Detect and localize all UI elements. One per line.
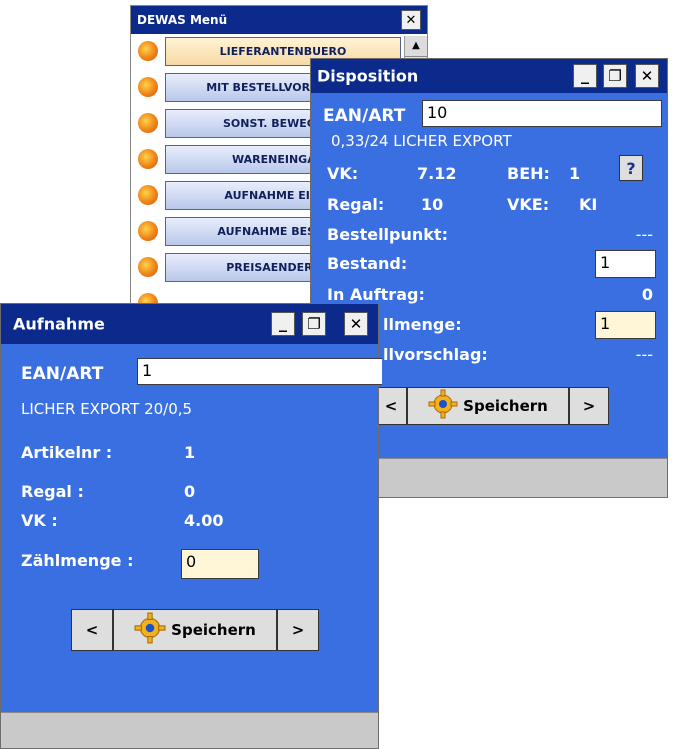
regal-label: Regal: [327, 195, 385, 214]
restore-icon[interactable]: ❐ [603, 64, 627, 88]
bestand-label: Bestand: [327, 254, 408, 273]
menu-item-icon [138, 113, 158, 133]
zaehlmenge-field[interactable]: 0 [181, 549, 259, 579]
close-icon[interactable]: ✕ [344, 312, 368, 336]
aufnahme-body: EAN/ART 1 LICHER EXPORT 20/0,5 Artikelnr… [1, 344, 382, 713]
save-label: Speichern [463, 397, 548, 415]
zaehlmenge-label: Zählmenge : [21, 551, 134, 570]
scroll-up-icon[interactable]: ▲ [405, 36, 427, 57]
vk-value: 4.00 [184, 511, 224, 530]
aufnahme-titlebar: Aufnahme _ ❐ ✕ [1, 304, 378, 344]
bestellvorschlag-label: llvorschlag: [383, 345, 488, 364]
bestellmenge-label: llmenge: [383, 315, 462, 334]
aufnahme-title: Aufnahme [13, 314, 105, 334]
menu-item-icon [138, 77, 158, 97]
beh-label: BEH: [507, 164, 550, 183]
article-description: LICHER EXPORT 20/0,5 [21, 400, 193, 418]
bestellpunkt-value: --- [635, 225, 653, 244]
ean-label: EAN/ART [323, 106, 406, 126]
close-icon[interactable]: ✕ [635, 64, 659, 88]
inauftrag-value: 0 [641, 285, 653, 304]
minimize-icon[interactable]: _ [573, 64, 597, 88]
menu-item-icon [138, 149, 158, 169]
aufnahme-footer [1, 712, 378, 748]
artikelnr-label: Artikelnr : [21, 443, 113, 462]
regal-value: 0 [184, 482, 196, 501]
vke-label: VKE: [507, 195, 550, 214]
ean-label: EAN/ART [21, 364, 104, 384]
save-button[interactable]: Speichern [407, 387, 569, 425]
minimize-icon[interactable]: _ [271, 312, 295, 336]
ean-field[interactable]: 1 [137, 358, 382, 385]
vk-value: 7.12 [417, 164, 457, 183]
save-button[interactable]: Speichern [113, 609, 277, 651]
beh-value: 1 [569, 164, 581, 183]
bestellpunkt-label: Bestellpunkt: [327, 225, 448, 244]
save-label: Speichern [171, 621, 256, 639]
bestellvorschlag-value: --- [635, 345, 653, 364]
vke-value: KI [579, 195, 598, 214]
menu-title: DEWAS Menü [137, 13, 228, 27]
article-description: 0,33/24 LICHER EXPORT [331, 132, 512, 150]
restore-icon[interactable]: ❐ [302, 312, 326, 336]
prev-button[interactable]: < [71, 609, 113, 651]
menu-item-icon [138, 41, 158, 61]
menu-item-icon [138, 221, 158, 241]
help-button[interactable]: ? [619, 155, 643, 181]
next-button[interactable]: > [569, 387, 609, 425]
disposition-titlebar: Disposition _ ❐ ✕ [311, 59, 667, 93]
gear-icon [134, 612, 166, 648]
bestand-field[interactable]: 1 [595, 250, 656, 278]
disposition-title: Disposition [317, 66, 419, 86]
menu-titlebar: DEWAS Menü ✕ [131, 6, 427, 34]
inauftrag-label: In Auftrag: [327, 285, 425, 304]
menu-item-icon [138, 257, 158, 277]
next-button[interactable]: > [277, 609, 319, 651]
artikelnr-value: 1 [184, 443, 196, 462]
regal-value: 10 [421, 195, 444, 214]
regal-label: Regal : [21, 482, 84, 501]
aufnahme-window: Aufnahme _ ❐ ✕ EAN/ART 1 LICHER EXPORT 2… [0, 303, 382, 749]
vk-label: VK: [327, 164, 359, 183]
close-icon[interactable]: ✕ [401, 10, 421, 30]
vk-label: VK : [21, 511, 58, 530]
bestellmenge-field[interactable]: 1 [595, 311, 656, 339]
ean-field[interactable]: 10 [422, 100, 662, 127]
gear-icon [428, 389, 458, 423]
prev-button[interactable]: < [375, 387, 407, 425]
menu-item-icon [138, 185, 158, 205]
